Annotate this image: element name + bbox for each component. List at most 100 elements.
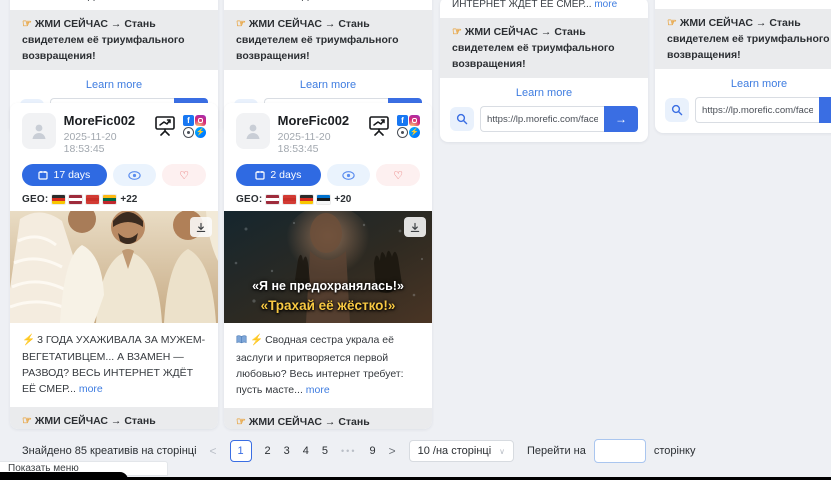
placement-icons: f ⚡	[397, 115, 420, 138]
page-2[interactable]: 2	[265, 445, 271, 457]
pages-ellipsis[interactable]: •••	[341, 446, 356, 456]
url-row: →	[655, 97, 831, 133]
more-link[interactable]: more	[306, 384, 330, 396]
flag-latvia-icon	[69, 195, 82, 204]
advertiser-name: MoreFic002	[278, 113, 368, 129]
card-actions: 17 days ♡	[10, 155, 218, 186]
geo-label: GEO:	[22, 194, 48, 205]
page-1-active[interactable]: 1	[230, 440, 252, 462]
landing-url-input[interactable]	[695, 97, 819, 123]
ad-headline-text: ЖМИ СЕЙЧАС → Стань свидетелем её триумфа…	[452, 26, 615, 70]
more-link[interactable]: more	[79, 383, 103, 395]
ad-headline-bar: ☞ЖМИ СЕЙЧАС → Стань свидетелем её триумф…	[10, 407, 218, 429]
creative-card-main-1: MoreFic002 2025-11-20 18:53:45 f ⚡ 17	[10, 103, 218, 429]
teaser-tail: ИНТЕРНЕТ ЖДЁТ ЕЁ СМЕР... more	[10, 0, 218, 2]
ad-headline-text: ЖМИ СЕЙЧАС → Стань свидетелем её триумфа…	[236, 416, 399, 429]
favorite-heart-button[interactable]: ♡	[376, 164, 420, 186]
download-image-button[interactable]	[404, 217, 426, 237]
prev-page-arrow[interactable]: <	[210, 444, 217, 458]
persona-icon	[397, 127, 408, 138]
teaser-tail-text: ИНТЕРНЕТ ЖДЁТ ЕЁ СМЕР...	[236, 0, 376, 2]
ad-headline-bar: ☞ЖМИ СЕЙЧАС → Стань свидетелем её триумф…	[224, 408, 432, 429]
card-actions: 2 days ♡	[224, 155, 432, 186]
geo-row: GEO: +22	[10, 186, 218, 211]
open-url-button[interactable]: →	[604, 106, 638, 132]
more-link[interactable]: more	[164, 0, 187, 2]
favorite-heart-button[interactable]: ♡	[162, 164, 206, 186]
geo-more-count[interactable]: +20	[334, 194, 351, 205]
flag-germany-icon	[300, 195, 313, 204]
messenger-icon: ⚡	[409, 127, 420, 138]
results-count-text: Знайдено 85 креативів на сторінці	[22, 445, 197, 457]
persona-icon	[183, 127, 194, 138]
ad-headline-text: ЖМИ СЕЙЧАС → Стань свидетелем её триумфа…	[22, 18, 185, 62]
ad-teaser-text: ⚡Сводная сестра украла её заслуги и прит…	[224, 323, 432, 400]
creative-datetime: 2025-11-20 18:53:45	[64, 131, 154, 155]
running-days-label: 2 days	[270, 169, 301, 181]
goto-page-input[interactable]	[594, 439, 646, 463]
messenger-icon: ⚡	[195, 127, 206, 138]
card-header: MoreFic002 2025-11-20 18:53:45 f ⚡	[224, 103, 432, 155]
creative-datetime: 2025-11-20 18:53:45	[278, 131, 368, 155]
learn-more-link[interactable]: Learn more	[10, 79, 218, 91]
teaser-tail-text: ИНТЕРНЕТ ЖДЁТ ЕЁ СМЕР...	[452, 0, 592, 10]
running-days-button[interactable]: 17 days	[22, 164, 107, 186]
page-5[interactable]: 5	[322, 445, 328, 457]
next-page-arrow[interactable]: >	[389, 444, 396, 458]
page-9[interactable]: 9	[369, 445, 375, 457]
pointing-finger-icon: ☞	[667, 17, 677, 29]
flag-germany-icon	[52, 195, 65, 204]
page-size-select[interactable]: 10 /на сторінці ∨	[409, 440, 514, 462]
geo-row: GEO: +20	[224, 186, 432, 211]
ad-headline-bar: ☞ЖМИ СЕЙЧАС → Стань свидетелем её триумф…	[10, 10, 218, 70]
more-link[interactable]: more	[809, 0, 831, 1]
teaser-tail: ИНТЕРНЕТ ЖДЁТ ЕЁ СМЕР... more	[440, 0, 648, 10]
geo-flags	[52, 195, 116, 204]
ad-headline-bar: ☞ЖМИ СЕЙЧАС → Стань свидетелем её триумф…	[224, 10, 432, 70]
pointing-finger-icon: ☞	[22, 415, 32, 427]
teaser-tail: ИНТЕРНЕТ ЖДЁТ ЕЁ СМЕР... more	[224, 0, 432, 2]
advertiser-name: MoreFic002	[64, 113, 154, 129]
more-link[interactable]: more	[378, 0, 401, 2]
ad-headline-text: ЖМИ СЕЙЧАС → Стань свидетелем её триумфа…	[667, 17, 830, 61]
flag-latvia-icon	[266, 195, 279, 204]
creatives-spy-page: ИНТЕРНЕТ ЖДЁТ ЕЁ СМЕР... more ☞ЖМИ СЕЙЧА…	[0, 0, 831, 480]
pointing-finger-icon: ☞	[22, 18, 32, 30]
ad-headline-bar: ☞ЖМИ СЕЙЧАС → Стань свидетелем её триумф…	[655, 9, 831, 69]
advertiser-avatar	[22, 113, 56, 149]
learn-more-link[interactable]: Learn more	[655, 78, 831, 90]
learn-more-link[interactable]: Learn more	[224, 79, 432, 91]
page-size-value: 10 /на сторінці	[418, 445, 492, 457]
teaser-tail-text: ИНТЕРНЕТ ЖДЁТ ЕЁ СМЕР...	[667, 0, 807, 1]
more-link[interactable]: more	[594, 0, 617, 10]
teaser-text: 3 ГОДА УХАЖИВАЛА ЗА МУЖЕМ-ВЕГЕТАТИВЦЕМ..…	[22, 334, 205, 395]
goto-suffix-label: сторінку	[654, 445, 696, 457]
learn-more-link[interactable]: Learn more	[440, 87, 648, 99]
pointing-finger-icon: ☞	[236, 18, 246, 30]
preview-eye-button[interactable]	[113, 164, 157, 186]
download-image-button[interactable]	[190, 217, 212, 237]
image-caption-line-1: «Я не предохранялась!»	[224, 279, 432, 293]
flag-red-icon	[86, 195, 99, 204]
flag-lithuania-icon	[103, 195, 116, 204]
image-caption-line-2: «Трахай её жёстко!»	[224, 298, 432, 313]
geo-label: GEO:	[236, 194, 262, 205]
pointing-finger-icon: ☞	[236, 416, 246, 428]
open-url-button[interactable]: →	[819, 97, 831, 123]
instagram-icon	[409, 115, 420, 126]
search-icon[interactable]	[665, 98, 689, 122]
ad-teaser-text: ⚡3 ГОДА УХАЖИВАЛА ЗА МУЖЕМ-ВЕГЕТАТИВЦЕМ.…	[10, 323, 218, 399]
creative-image-dark-glass-scene: «Я не предохранялась!» «Трахай её жёстко…	[224, 211, 432, 323]
search-icon[interactable]	[450, 107, 474, 131]
preview-eye-button[interactable]	[327, 164, 371, 186]
page-3[interactable]: 3	[284, 445, 290, 457]
page-4[interactable]: 4	[303, 445, 309, 457]
landing-url-input[interactable]	[480, 106, 604, 132]
page-numbers: < 1 2 3 4 5 ••• 9 >	[210, 440, 396, 462]
book-icon	[236, 333, 247, 349]
facebook-icon: f	[183, 115, 194, 126]
creative-card-main-2: MoreFic002 2025-11-20 18:53:45 f ⚡ 2	[224, 103, 432, 429]
instagram-icon	[195, 115, 206, 126]
geo-more-count[interactable]: +22	[120, 194, 137, 205]
running-days-button[interactable]: 2 days	[236, 164, 321, 186]
